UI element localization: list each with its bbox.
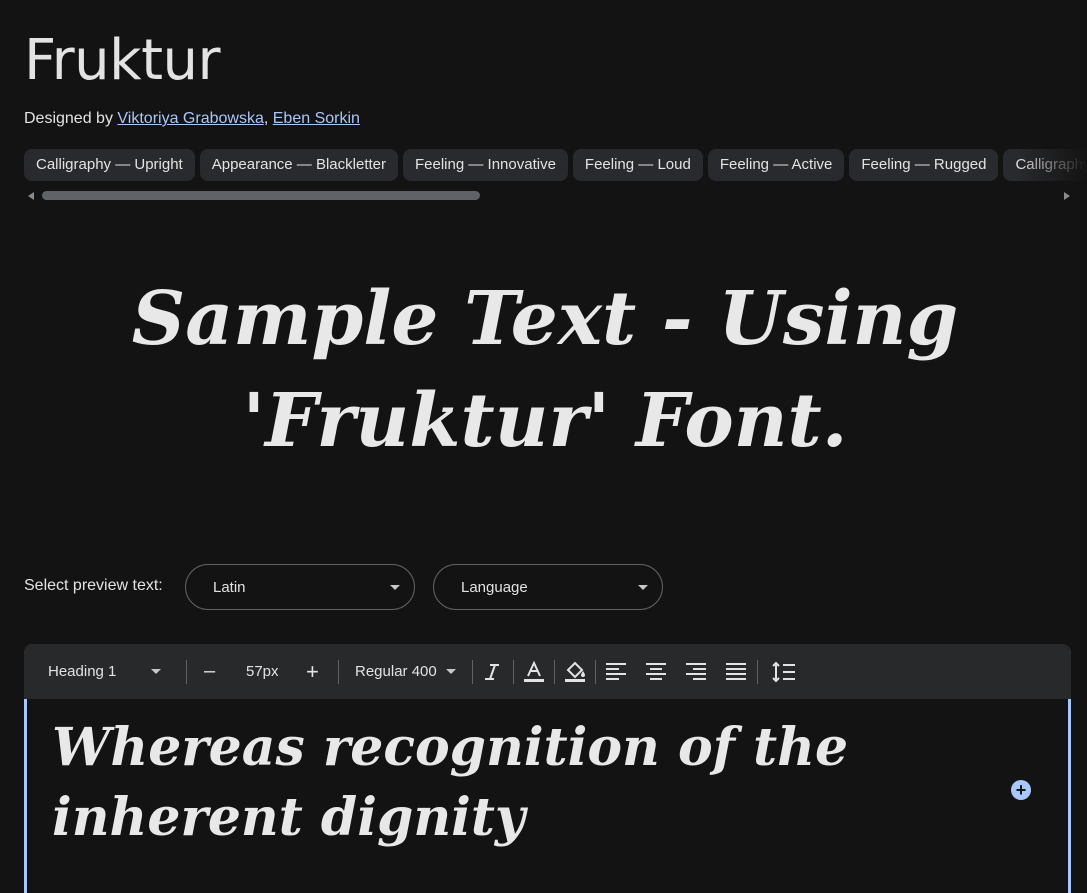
scroll-right-arrow-icon[interactable] <box>1064 192 1070 200</box>
sample-text-preview: Sample Text - Using 'Fruktur' Font. <box>131 276 959 464</box>
tag-chip[interactable]: Feeling — Rugged <box>849 149 999 181</box>
designer-separator: , <box>263 110 269 127</box>
weight-select-value: Regular 400 <box>355 663 437 680</box>
toolbar-divider <box>472 660 473 684</box>
designed-by-label: Designed by <box>24 110 113 127</box>
toolbar-divider <box>554 660 555 684</box>
align-right-icon[interactable] <box>683 659 709 685</box>
text-color-icon[interactable] <box>521 659 547 685</box>
designer-link-2[interactable]: Eben Sorkin <box>273 110 360 127</box>
align-justify-icon[interactable] <box>723 659 749 685</box>
heading-style-value: Heading 1 <box>48 663 117 680</box>
toolbar-divider <box>186 660 187 684</box>
italic-icon[interactable] <box>479 659 505 685</box>
tag-list: Calligraphy — Upright Appearance — Blackl… <box>24 149 1087 182</box>
weight-select[interactable]: Regular 400 <box>355 644 437 699</box>
chevron-down-icon[interactable] <box>446 669 456 674</box>
editor-text-content[interactable]: Whereas recognition of the inherent dign… <box>52 713 1012 853</box>
preview-text-label: Select preview text: <box>24 577 163 594</box>
tag-chip[interactable]: Feeling — Active <box>707 149 845 181</box>
language-select[interactable]: Language <box>433 564 663 610</box>
add-plus-icon[interactable]: + <box>1011 780 1031 800</box>
tags-fade-overlay <box>1017 149 1087 182</box>
fill-color-icon[interactable] <box>562 659 588 685</box>
scroll-left-arrow-icon[interactable] <box>28 192 34 200</box>
tag-chip[interactable]: Feeling — Innovative <box>403 149 568 181</box>
toolbar-divider <box>513 660 514 684</box>
dropdown-caret-icon <box>638 585 648 590</box>
editor-toolbar: Heading 1 – 57px + Regular 400 <box>24 644 1071 699</box>
designer-link-1[interactable]: Viktoriya Grabowska <box>117 110 263 127</box>
language-select-value: Language <box>461 579 528 596</box>
script-select[interactable]: Latin <box>185 564 415 610</box>
tag-chip[interactable]: Appearance — Blackletter <box>199 149 398 181</box>
chevron-down-icon[interactable] <box>151 669 161 674</box>
tag-chip[interactable]: Calligraphy — Upright <box>24 149 195 181</box>
heading-style-select[interactable]: Heading 1 <box>48 644 116 699</box>
decrease-size-button[interactable]: – <box>204 644 215 699</box>
tag-chip[interactable]: Feeling — Loud <box>572 149 703 181</box>
script-select-value: Latin <box>213 579 246 596</box>
font-size-value[interactable]: 57px <box>246 644 279 699</box>
align-center-icon[interactable] <box>643 659 669 685</box>
tags-scrollbar[interactable] <box>28 191 1070 201</box>
align-left-icon[interactable] <box>603 659 629 685</box>
designer-byline: Designed by Viktoriya Grabowska, Eben So… <box>24 110 360 128</box>
scrollbar-thumb[interactable] <box>42 191 480 200</box>
text-editor[interactable]: Whereas recognition of the inherent dign… <box>24 699 1071 893</box>
line-height-icon[interactable] <box>771 659 797 685</box>
increase-size-button[interactable]: + <box>306 644 319 699</box>
font-title: Fruktur <box>24 28 221 93</box>
toolbar-divider <box>595 660 596 684</box>
toolbar-divider <box>338 660 339 684</box>
dropdown-caret-icon <box>390 585 400 590</box>
toolbar-divider <box>757 660 758 684</box>
